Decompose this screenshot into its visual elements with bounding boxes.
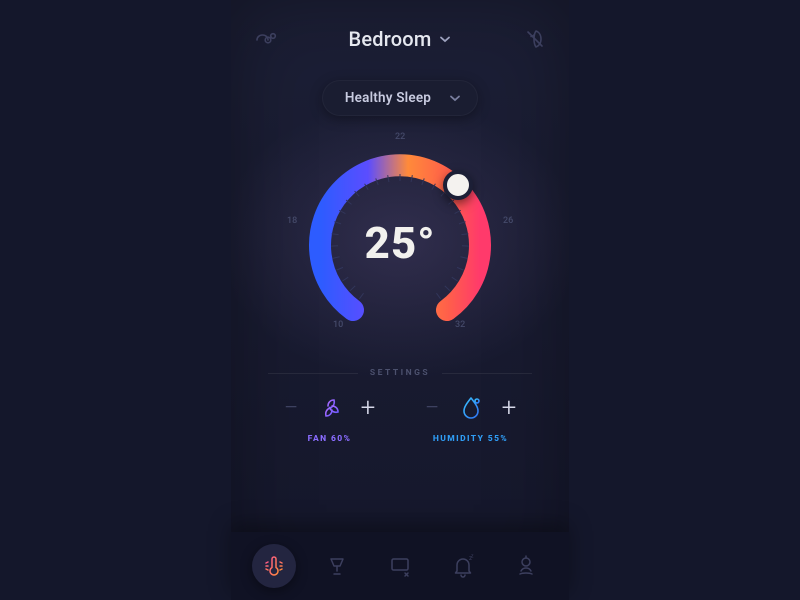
scale-label-32: 32 [455,320,465,330]
header: Bedroom [231,18,569,60]
mode-selector[interactable]: Healthy Sleep [322,80,478,116]
fan-minus-button[interactable]: − [284,395,299,421]
chevron-down-icon [439,33,451,45]
humidity-label: HUMIDITY 55% [433,434,508,444]
scale-label-22: 22 [395,132,405,142]
humidity-setting: − + HUMIDITY [411,392,531,444]
temperature-value: 25° [364,217,435,269]
temperature-dial[interactable]: 25° 10 18 22 26 32 [295,138,505,348]
nav-temperature[interactable] [252,544,296,588]
nav-lighting[interactable] [315,544,359,588]
settings-divider: SETTINGS [231,368,569,378]
mode-label: Healthy Sleep [345,90,431,106]
chevron-down-icon [449,92,461,104]
nav-scene[interactable] [504,544,548,588]
thermostat-screen: Bedroom Healthy Sleep [231,0,569,600]
nav-display[interactable] [378,544,422,588]
room-label: Bedroom [349,27,432,51]
settings-title: SETTINGS [370,368,430,378]
fan-plus-button[interactable]: + [361,395,376,421]
devices-icon[interactable] [253,27,277,51]
fan-label: FAN 60% [308,434,352,444]
nav-alarm[interactable]: z z [441,544,485,588]
scale-label-10: 10 [333,320,343,330]
humidity-plus-button[interactable]: + [502,395,517,421]
room-selector[interactable]: Bedroom [349,27,452,51]
scale-label-26: 26 [503,216,513,226]
fan-setting: − [270,392,390,444]
temperature-readout: 25° [295,138,505,348]
mute-icon[interactable] [523,27,547,51]
humidity-minus-button[interactable]: − [425,395,440,421]
scale-label-18: 18 [287,216,297,226]
humidity-icon [458,395,484,421]
svg-text:z: z [471,554,474,560]
bottom-nav: z z [231,532,569,600]
fan-icon [317,395,343,421]
